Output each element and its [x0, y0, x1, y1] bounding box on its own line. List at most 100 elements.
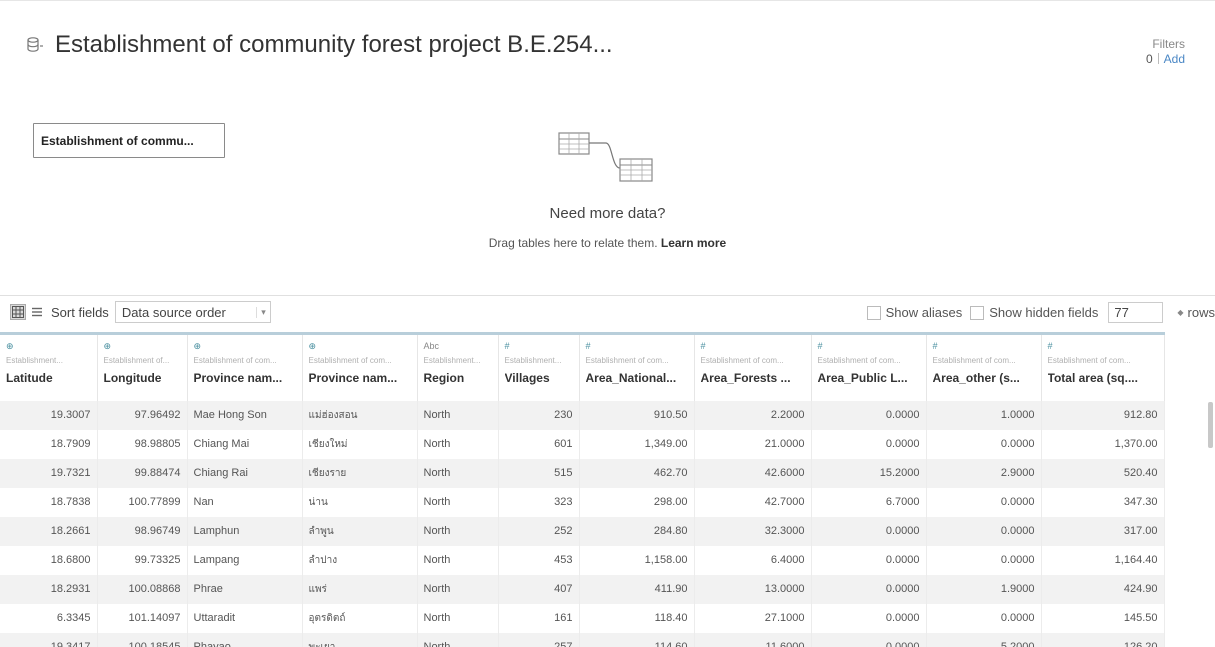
table-cell: Chiang Mai [187, 429, 303, 459]
show-hidden-fields-label: Show hidden fields [989, 305, 1099, 320]
table-cell: 347.30 [1041, 487, 1165, 517]
column-header[interactable]: ⊕ Establishment... Latitude [0, 332, 98, 401]
learn-more-link[interactable]: Learn more [661, 236, 726, 250]
show-aliases-checkbox[interactable] [866, 305, 881, 320]
table-cell: 21.0000 [694, 429, 812, 459]
table-cell: 27.1000 [694, 603, 812, 633]
table-cell: 161 [498, 603, 580, 633]
column-header[interactable]: # Establishment of com... Area_Forests ... [694, 332, 812, 401]
table-cell: 252 [498, 516, 580, 546]
table-cell: 257 [498, 632, 580, 647]
column-name[interactable]: Province nam... [309, 371, 411, 385]
table-cell: North [417, 429, 499, 459]
column-name[interactable]: Area_National... [586, 371, 688, 385]
table-cell: 97.96492 [97, 400, 188, 430]
show-hidden-fields-toggle[interactable]: Show hidden fields [970, 305, 1098, 320]
table-cell: North [417, 458, 499, 488]
column-header[interactable]: ⊕ Establishment of... Longitude [97, 332, 188, 401]
column-name[interactable]: Province nam... [194, 371, 296, 385]
filters-label: Filters [1152, 37, 1185, 51]
globe-icon[interactable]: ⊕ [6, 340, 91, 352]
column-header[interactable]: Abc Establishment... Region [417, 332, 499, 401]
column-name[interactable]: Latitude [6, 371, 91, 385]
table-cell: 2.2000 [694, 400, 812, 430]
text-icon[interactable]: Abc [424, 340, 492, 352]
table-cell: 1,158.00 [579, 545, 695, 575]
column-name[interactable]: Total area (sq.... [1048, 371, 1158, 385]
number-icon[interactable]: # [505, 340, 573, 352]
table-cell: 1.0000 [926, 400, 1042, 430]
need-more-data-heading: Need more data? [549, 205, 666, 222]
number-icon[interactable]: # [701, 340, 805, 352]
show-hidden-fields-checkbox[interactable] [970, 305, 985, 320]
table-cell: 6.7000 [811, 487, 927, 517]
table-cell: 114.60 [579, 632, 695, 647]
number-icon[interactable]: # [818, 340, 920, 352]
table-cell: Mae Hong Son [187, 400, 303, 430]
table-cell: 5.2000 [926, 632, 1042, 647]
show-aliases-toggle[interactable]: Show aliases [866, 305, 962, 320]
column-name[interactable]: Villages [505, 371, 573, 385]
column-name[interactable]: Longitude [104, 371, 181, 385]
add-filter-link[interactable]: Add [1164, 52, 1185, 66]
table-cell: 1.9000 [926, 574, 1042, 604]
rows-label: rows [1187, 305, 1215, 320]
column-header[interactable]: # Establishment of com... Total area (sq..… [1041, 332, 1165, 401]
globe-icon[interactable]: ⊕ [309, 340, 411, 352]
column-name[interactable]: Area_Forests ... [701, 371, 805, 385]
column-header[interactable]: # Establishment of com... Area_other (s... [926, 332, 1042, 401]
table-cell: 601 [498, 429, 580, 459]
table-cell: 0.0000 [926, 545, 1042, 575]
table-cell: 98.98805 [97, 429, 188, 459]
table-cell: แพร่ [302, 574, 418, 604]
column-name[interactable]: Region [424, 371, 492, 385]
table-cell: North [417, 487, 499, 517]
rows-count-input[interactable]: 77 [1108, 302, 1164, 323]
grid-view-icon[interactable] [10, 304, 26, 320]
table-cell: 99.73325 [97, 545, 188, 575]
column-source-label: Establishment of com... [1047, 356, 1131, 365]
table-cell: 42.7000 [694, 487, 812, 517]
column-header[interactable]: # Establishment... Villages [498, 332, 580, 401]
table-cell: 0.0000 [811, 429, 927, 459]
vertical-scrollbar[interactable] [1208, 402, 1213, 448]
table-cell: พะเยา [302, 632, 418, 647]
number-icon[interactable]: # [1048, 340, 1158, 352]
table-cell: 424.90 [1041, 574, 1165, 604]
table-cell: 19.3417 [0, 632, 98, 647]
column-name[interactable]: Area_other (s... [933, 371, 1035, 385]
data-grid-toolbar: Sort fields Data source order ▾ Show ali… [0, 295, 1215, 328]
globe-icon[interactable]: ⊕ [104, 340, 181, 352]
table-cell: 298.00 [579, 487, 695, 517]
table-cell: 910.50 [579, 400, 695, 430]
table-cell: 0.0000 [926, 603, 1042, 633]
drag-tables-hint: Drag tables here to relate them. Learn m… [0, 236, 1215, 250]
column-header[interactable]: # Establishment of com... Area_Public L... [811, 332, 927, 401]
column-header[interactable]: ⊕ Establishment of com... Province nam... [302, 332, 418, 401]
column-header[interactable]: # Establishment of com... Area_National... [579, 332, 695, 401]
list-view-icon[interactable] [29, 304, 45, 320]
table-cell: 520.40 [1041, 458, 1165, 488]
table-cell: 145.50 [1041, 603, 1165, 633]
table-cell: North [417, 516, 499, 546]
table-cell: 42.6000 [694, 458, 812, 488]
logical-table-card[interactable]: Establishment of commu... [33, 123, 225, 158]
table-cell: North [417, 400, 499, 430]
table-cell: 1,349.00 [579, 429, 695, 459]
table-cell: 13.0000 [694, 574, 812, 604]
table-cell: แม่ฮ่องสอน [302, 400, 418, 430]
number-icon[interactable]: # [933, 340, 1035, 352]
sort-fields-dropdown[interactable]: Data source order ▾ [114, 301, 271, 323]
number-icon[interactable]: # [586, 340, 688, 352]
database-icon[interactable] [25, 34, 47, 56]
filters-divider [1157, 53, 1159, 64]
column-name[interactable]: Area_Public L... [818, 371, 920, 385]
data-source-title[interactable]: Establishment of community forest projec… [55, 31, 613, 59]
column-header[interactable]: ⊕ Establishment of com... Province nam... [187, 332, 303, 401]
globe-icon[interactable]: ⊕ [194, 340, 296, 352]
table-cell: 453 [498, 545, 580, 575]
table-cell: 284.80 [579, 516, 695, 546]
table-cell: 1,370.00 [1041, 429, 1165, 459]
table-cell: น่าน [302, 487, 418, 517]
rows-stepper-icon[interactable]: ◆ [1177, 308, 1183, 317]
